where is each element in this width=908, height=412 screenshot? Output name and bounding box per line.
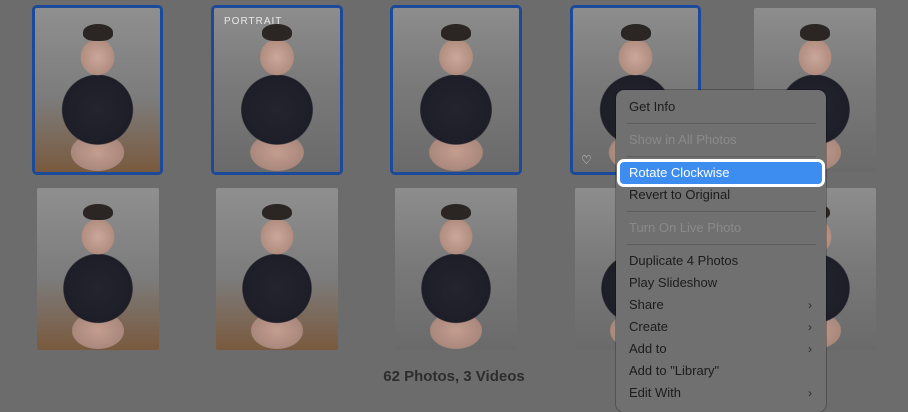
menu-item-duplicate[interactable]: Duplicate 4 Photos	[616, 250, 826, 272]
menu-item-revert-to-original[interactable]: Revert to Original	[616, 184, 826, 206]
chevron-right-icon: ›	[808, 320, 812, 334]
menu-item-create[interactable]: Create ›	[616, 316, 826, 338]
chevron-right-icon: ›	[808, 298, 812, 312]
portrait-badge: PORTRAIT	[224, 16, 283, 27]
menu-item-label: Play Slideshow	[629, 275, 718, 290]
photo-detail	[800, 24, 830, 41]
photo-thumbnail[interactable]	[390, 5, 522, 175]
menu-item-share[interactable]: Share ›	[616, 294, 826, 316]
menu-separator	[626, 211, 816, 212]
photo-thumbnail[interactable]	[37, 188, 159, 350]
menu-item-label: Turn On Live Photo	[629, 220, 742, 235]
chevron-right-icon: ›	[808, 342, 812, 356]
photo-thumbnail[interactable]: PORTRAIT	[211, 5, 343, 175]
menu-item-show-in-all-photos: Show in All Photos	[616, 129, 826, 151]
menu-item-label: Add to	[629, 341, 667, 356]
chevron-right-icon: ›	[808, 386, 812, 400]
menu-item-edit-with[interactable]: Edit With ›	[616, 382, 826, 404]
heart-icon[interactable]: ♡	[581, 154, 593, 166]
photo-detail	[441, 204, 471, 221]
menu-item-add-to[interactable]: Add to ›	[616, 338, 826, 360]
menu-item-label: Rotate Clockwise	[629, 165, 730, 180]
menu-item-rotate-clockwise[interactable]: Rotate Clockwise	[620, 162, 822, 184]
photo-thumbnail[interactable]	[32, 5, 163, 175]
menu-item-label: Add to "Library"	[629, 363, 720, 378]
menu-item-turn-on-live-photo: Turn On Live Photo	[616, 217, 826, 239]
menu-item-label: Show in All Photos	[629, 132, 737, 147]
menu-item-play-slideshow[interactable]: Play Slideshow	[616, 272, 826, 294]
menu-item-get-info[interactable]: Get Info	[616, 96, 826, 118]
menu-item-label: Share	[629, 297, 664, 312]
context-menu: Get Info Show in All Photos Rotate Clock…	[616, 90, 826, 412]
photo-thumbnail[interactable]	[395, 188, 517, 350]
photo-detail	[440, 24, 472, 41]
menu-separator	[626, 244, 816, 245]
photo-detail	[83, 204, 113, 221]
photo-detail	[262, 204, 292, 221]
menu-separator	[626, 156, 816, 157]
menu-item-label: Edit With	[629, 385, 682, 400]
photo-thumbnail[interactable]	[216, 188, 338, 350]
menu-item-label: Create	[629, 319, 669, 334]
menu-item-label: Revert to Original	[629, 187, 731, 202]
photo-detail	[82, 24, 113, 41]
photo-detail	[620, 24, 651, 41]
menu-item-add-to-library[interactable]: Add to "Library"	[616, 360, 826, 382]
menu-separator	[626, 123, 816, 124]
menu-item-label: Get Info	[629, 99, 676, 114]
menu-item-label: Duplicate 4 Photos	[629, 253, 739, 268]
